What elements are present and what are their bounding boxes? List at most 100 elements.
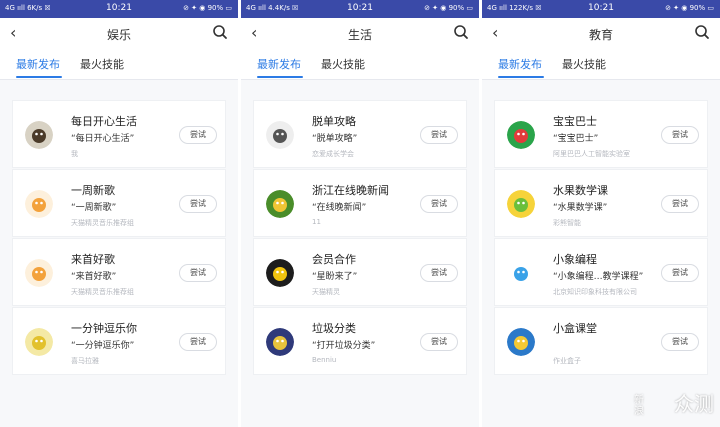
skill-card[interactable]: 浙江在线晚新闻 “在线晚新闻” 11 尝试 — [253, 169, 467, 237]
skill-developer: 作业盒子 — [553, 357, 581, 365]
tab-latest[interactable]: 最新发布 — [257, 56, 301, 72]
skill-developer: 恋爱成长学会 — [312, 150, 354, 158]
skill-avatar-icon — [25, 121, 53, 149]
phone-screen: 4G ııll 6K/s ☒ 10:21 ⊘ ✦ ◉ 90% ▭ ‹ 娱乐 最新… — [0, 0, 238, 427]
title-bar: ‹ 生活 — [241, 18, 479, 48]
skill-list: 脱单攻略 “脱单攻略” 恋爱成长学会 尝试 浙江在线晚新闻 “在线晚新闻” 11… — [253, 100, 467, 376]
skill-card[interactable]: 水果数学课 “水果数学课” 彩熊智能 尝试 — [494, 169, 708, 237]
skill-invocation: “小象编程…教学课程” — [553, 272, 644, 282]
skill-avatar-icon — [266, 259, 294, 287]
try-button[interactable]: 尝试 — [661, 333, 699, 351]
title-bar: ‹ 教育 — [482, 18, 720, 48]
screens-container: 4G ııll 6K/s ☒ 10:21 ⊘ ✦ ◉ 90% ▭ ‹ 娱乐 最新… — [0, 0, 720, 427]
tab-active-indicator — [498, 76, 544, 78]
tab-popular[interactable]: 最火技能 — [80, 56, 124, 72]
skill-avatar-icon — [266, 328, 294, 356]
try-button[interactable]: 尝试 — [179, 195, 217, 213]
try-button[interactable]: 尝试 — [420, 126, 458, 144]
phone-screen: 4G ııll 4.4K/s ☒ 10:21 ⊘ ✦ ◉ 90% ▭ ‹ 生活 … — [241, 0, 479, 427]
skill-developer: 11 — [312, 218, 321, 226]
status-bar: 4G ııll 6K/s ☒ 10:21 ⊘ ✦ ◉ 90% ▭ — [0, 0, 238, 18]
skill-name: 脱单攻略 — [312, 115, 356, 128]
tab-active-indicator — [257, 76, 303, 78]
try-button[interactable]: 尝试 — [661, 264, 699, 282]
try-button[interactable]: 尝试 — [179, 264, 217, 282]
search-icon[interactable] — [212, 24, 228, 40]
skill-developer: 天猫精灵音乐推荐组 — [71, 219, 134, 227]
skill-card[interactable]: 会员合作 “星盼来了” 天猫精灵 尝试 — [253, 238, 467, 306]
skill-developer: 北京知识印象科技有限公司 — [553, 288, 637, 296]
page-title: 娱乐 — [106, 28, 131, 42]
skill-developer: 我 — [71, 150, 78, 158]
skill-invocation: “宝宝巴士” — [553, 134, 599, 144]
skill-card[interactable]: 每日开心生活 “每日开心生活” 我 尝试 — [12, 100, 226, 168]
tab-popular[interactable]: 最火技能 — [321, 56, 365, 72]
page-title: 生活 — [347, 28, 372, 42]
skill-name: 一周新歌 — [71, 184, 115, 197]
skill-avatar-icon — [25, 190, 53, 218]
title-bar: ‹ 娱乐 — [0, 18, 238, 48]
try-button[interactable]: 尝试 — [420, 264, 458, 282]
skill-invocation: “打开垃圾分类” — [312, 341, 376, 351]
skill-invocation: “一周新歌” — [71, 203, 117, 213]
skill-avatar-icon — [25, 259, 53, 287]
status-icons: ⊘ ✦ ◉ 90% ▭ — [665, 4, 714, 12]
phone-screen: 4G ııll 122K/s ☒ 10:21 ⊘ ✦ ◉ 90% ▭ ‹ 教育 … — [482, 0, 720, 427]
watermark-text: 众测 — [674, 392, 714, 416]
skill-card[interactable]: 垃圾分类 “打开垃圾分类” Benniu 尝试 — [253, 307, 467, 375]
skill-card[interactable]: 宝宝巴士 “宝宝巴士” 阿里巴巴人工智能实验室 尝试 — [494, 100, 708, 168]
watermark: 新 浪 众测 — [634, 389, 714, 419]
search-icon[interactable] — [694, 24, 710, 40]
tab-popular[interactable]: 最火技能 — [562, 56, 606, 72]
skill-developer: Benniu — [312, 356, 337, 364]
skill-developer: 天猫精灵 — [312, 288, 340, 296]
watermark-mark: 新 浪 — [634, 395, 644, 417]
status-icons: ⊘ ✦ ◉ 90% ▭ — [183, 4, 232, 12]
try-button[interactable]: 尝试 — [179, 126, 217, 144]
skill-name: 小盒课堂 — [553, 322, 597, 335]
try-button[interactable]: 尝试 — [420, 195, 458, 213]
skill-invocation: “一分钟逗乐你” — [71, 341, 135, 351]
search-icon[interactable] — [453, 24, 469, 40]
status-icons: ⊘ ✦ ◉ 90% ▭ — [424, 4, 473, 12]
tab-bar: 最新发布 最火技能 — [482, 48, 720, 80]
skill-invocation: “来首好歌” — [71, 272, 117, 282]
try-button[interactable]: 尝试 — [420, 333, 458, 351]
tab-bar: 最新发布 最火技能 — [241, 48, 479, 80]
skill-invocation: “星盼来了” — [312, 272, 358, 282]
page-title: 教育 — [588, 28, 613, 42]
tab-latest[interactable]: 最新发布 — [16, 56, 60, 72]
try-button[interactable]: 尝试 — [661, 126, 699, 144]
skill-card[interactable]: 来首好歌 “来首好歌” 天猫精灵音乐推荐组 尝试 — [12, 238, 226, 306]
skill-card[interactable]: 脱单攻略 “脱单攻略” 恋爱成长学会 尝试 — [253, 100, 467, 168]
skill-name: 一分钟逗乐你 — [71, 322, 137, 335]
skill-card[interactable]: 小盒课堂 作业盒子 尝试 — [494, 307, 708, 375]
skill-avatar-icon — [507, 328, 535, 356]
try-button[interactable]: 尝试 — [179, 333, 217, 351]
try-button[interactable]: 尝试 — [661, 195, 699, 213]
tab-latest[interactable]: 最新发布 — [498, 56, 542, 72]
skill-name: 会员合作 — [312, 253, 356, 266]
skill-card[interactable]: 一周新歌 “一周新歌” 天猫精灵音乐推荐组 尝试 — [12, 169, 226, 237]
tab-bar: 最新发布 最火技能 — [0, 48, 238, 80]
skill-invocation: “水果数学课” — [553, 203, 608, 213]
skill-developer: 阿里巴巴人工智能实验室 — [553, 150, 630, 158]
tab-active-indicator — [16, 76, 62, 78]
skill-name: 水果数学课 — [553, 184, 608, 197]
skill-developer: 天猫精灵音乐推荐组 — [71, 288, 134, 296]
skill-name: 宝宝巴士 — [553, 115, 597, 128]
skill-avatar-icon — [507, 259, 535, 287]
skill-name: 每日开心生活 — [71, 115, 137, 128]
skill-card[interactable]: 一分钟逗乐你 “一分钟逗乐你” 喜马拉雅 尝试 — [12, 307, 226, 375]
status-bar: 4G ııll 4.4K/s ☒ 10:21 ⊘ ✦ ◉ 90% ▭ — [241, 0, 479, 18]
skill-name: 浙江在线晚新闻 — [312, 184, 389, 197]
skill-card[interactable]: 小象编程 “小象编程…教学课程” 北京知识印象科技有限公司 尝试 — [494, 238, 708, 306]
skill-avatar-icon — [507, 121, 535, 149]
status-bar: 4G ııll 122K/s ☒ 10:21 ⊘ ✦ ◉ 90% ▭ — [482, 0, 720, 18]
skill-invocation: “每日开心生活” — [71, 134, 135, 144]
skill-avatar-icon — [25, 328, 53, 356]
skill-name: 小象编程 — [553, 253, 597, 266]
skill-list: 每日开心生活 “每日开心生活” 我 尝试 一周新歌 “一周新歌” 天猫精灵音乐推… — [12, 100, 226, 376]
skill-avatar-icon — [266, 121, 294, 149]
skill-avatar-icon — [507, 190, 535, 218]
